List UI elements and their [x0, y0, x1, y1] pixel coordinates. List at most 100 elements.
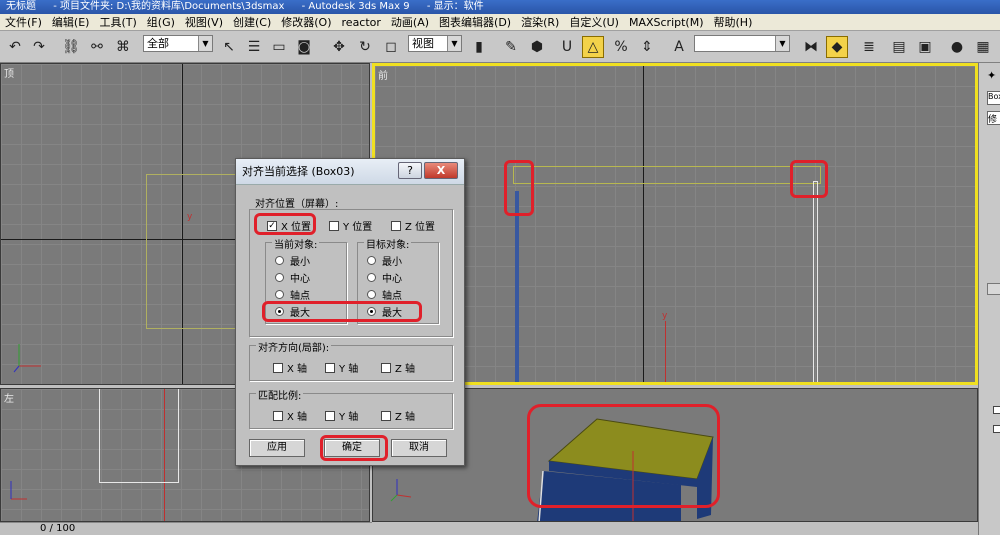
- match-scale-label: 匹配比例:: [256, 387, 304, 402]
- create-tab-icon[interactable]: ✦: [987, 69, 999, 82]
- highlight-x-position: [254, 213, 316, 235]
- select-object-icon[interactable]: ↖: [218, 36, 240, 58]
- command-panel: ✦ Box 修: [978, 63, 1000, 535]
- viewport-label[interactable]: 前: [378, 67, 388, 82]
- menu-maxscript[interactable]: MAXScript(M): [624, 14, 709, 30]
- selection-filter-dropdown[interactable]: 全部 ▼: [143, 35, 213, 52]
- undo-icon[interactable]: ↶: [4, 36, 26, 58]
- box-outline: [99, 389, 179, 483]
- select-manipulate-icon[interactable]: ✎: [500, 36, 522, 58]
- orient-x-checkbox[interactable]: X 轴: [273, 360, 307, 375]
- bind-spacewarp-icon[interactable]: ⌘: [112, 36, 134, 58]
- orient-z-checkbox[interactable]: Z 轴: [381, 360, 415, 375]
- scale-x-checkbox[interactable]: X 轴: [273, 408, 307, 423]
- time-slider[interactable]: 0 / 100: [0, 522, 372, 535]
- select-by-name-icon[interactable]: ☰: [243, 36, 265, 58]
- rectangle-select-icon[interactable]: ▭: [268, 36, 290, 58]
- align-orientation-label: 对齐方向(局部):: [256, 339, 332, 354]
- orient-y-checkbox[interactable]: Y 轴: [325, 360, 358, 375]
- target-object-label: 目标对象:: [364, 236, 412, 251]
- apply-button[interactable]: 应用: [249, 439, 305, 457]
- axis-y-line: [665, 321, 666, 382]
- menu-customize[interactable]: 自定义(U): [564, 14, 624, 30]
- menu-file[interactable]: 文件(F): [0, 14, 47, 30]
- box-outline: [146, 174, 236, 329]
- scale-y-checkbox[interactable]: Y 轴: [325, 408, 358, 423]
- cancel-button[interactable]: 取消: [391, 439, 447, 457]
- window-crossing-icon[interactable]: ◙: [293, 36, 315, 58]
- y-position-checkbox[interactable]: Y 位置: [329, 218, 372, 233]
- z-position-checkbox[interactable]: Z 位置: [391, 218, 435, 233]
- viewport-grid: [375, 66, 975, 382]
- keyboard-shortcut-icon[interactable]: ⬢: [526, 36, 548, 58]
- highlight-right-corner: [790, 160, 828, 198]
- highlight-max-options: [262, 301, 422, 322]
- angle-snap-icon[interactable]: △: [582, 36, 604, 58]
- link-icon[interactable]: ⛓: [60, 36, 82, 58]
- align-icon[interactable]: ◆: [826, 36, 848, 58]
- highlight-perspective-result: [527, 404, 720, 508]
- pivot-center-icon[interactable]: ▮: [468, 36, 490, 58]
- axis-y-label: y: [187, 212, 193, 222]
- curve-editor-icon[interactable]: ▤: [888, 36, 910, 58]
- menu-modifiers[interactable]: 修改器(O): [276, 14, 336, 30]
- axis-tripod-icon: [390, 479, 412, 502]
- chevron-down-icon: ▼: [775, 36, 789, 51]
- project-folder: - 项目文件夹: D:\我的资料库\Documents\3dsmax: [53, 1, 285, 12]
- current-min-radio[interactable]: 最小: [275, 253, 310, 268]
- schematic-view-icon[interactable]: ▣: [914, 36, 936, 58]
- axis-y-label: y: [662, 311, 668, 321]
- panel-checkbox[interactable]: [993, 425, 1000, 433]
- move-icon[interactable]: ✥: [328, 36, 350, 58]
- snap-toggle-icon[interactable]: U: [556, 36, 578, 58]
- menu-reactor[interactable]: reactor: [337, 14, 386, 30]
- unlink-icon[interactable]: ⚯: [86, 36, 108, 58]
- render-scene-icon[interactable]: ▦: [972, 36, 994, 58]
- menu-animation[interactable]: 动画(A): [386, 14, 434, 30]
- viewport-label[interactable]: 左: [4, 390, 14, 405]
- axis-tripod-icon: [13, 344, 41, 373]
- menu-help[interactable]: 帮助(H): [709, 14, 758, 30]
- menu-tools[interactable]: 工具(T): [94, 14, 141, 30]
- named-selection-dropdown[interactable]: ▼: [694, 35, 790, 52]
- menu-views[interactable]: 视图(V): [180, 14, 228, 30]
- target-pivot-radio[interactable]: 轴点: [367, 287, 402, 302]
- frame-counter: 0 / 100: [40, 523, 76, 534]
- target-min-radio[interactable]: 最小: [367, 253, 402, 268]
- menu-group[interactable]: 组(G): [142, 14, 180, 30]
- menu-create[interactable]: 创建(C): [228, 14, 276, 30]
- material-editor-icon[interactable]: ●: [946, 36, 968, 58]
- axis-tripod-icon: [10, 481, 27, 500]
- rotate-icon[interactable]: ↻: [354, 36, 376, 58]
- scale-z-checkbox[interactable]: Z 轴: [381, 408, 415, 423]
- scale-icon[interactable]: ◻: [380, 36, 402, 58]
- menu-edit[interactable]: 编辑(E): [47, 14, 95, 30]
- world-axis-vertical: [643, 66, 644, 382]
- help-button[interactable]: ?: [398, 162, 422, 179]
- current-center-radio[interactable]: 中心: [275, 270, 310, 285]
- edit-named-selection-icon[interactable]: A: [668, 36, 690, 58]
- align-position-label: 对齐位置（屏幕）:: [255, 199, 339, 210]
- panel-checkbox[interactable]: [993, 406, 1000, 414]
- menu-graph-editors[interactable]: 图表编辑器(D): [434, 14, 516, 30]
- close-button[interactable]: X: [424, 162, 458, 179]
- object-name-field[interactable]: Box: [987, 91, 1000, 105]
- align-orientation-group: 对齐方向(局部): X 轴 Y 轴 Z 轴: [249, 339, 453, 381]
- mirror-icon[interactable]: ⧓: [800, 36, 822, 58]
- current-pivot-radio[interactable]: 轴点: [275, 287, 310, 302]
- percent-snap-icon[interactable]: %: [610, 36, 632, 58]
- reference-coord-dropdown[interactable]: 视图 ▼: [408, 35, 462, 52]
- menu-rendering[interactable]: 渲染(R): [516, 14, 564, 30]
- display-mode: - 显示：软件: [426, 1, 484, 12]
- modifier-list-label[interactable]: 修: [987, 111, 1000, 125]
- chevron-down-icon: ▼: [447, 36, 461, 51]
- chevron-down-icon: ▼: [198, 36, 212, 51]
- rollout-button[interactable]: [987, 283, 1000, 295]
- spinner-snap-icon[interactable]: ⇕: [636, 36, 658, 58]
- box-top-outline: [513, 166, 821, 184]
- highlight-ok-button: [320, 435, 388, 461]
- viewport-label[interactable]: 顶: [4, 65, 14, 80]
- layer-manager-icon[interactable]: ≣: [858, 36, 880, 58]
- target-center-radio[interactable]: 中心: [367, 270, 402, 285]
- redo-icon[interactable]: ↷: [28, 36, 50, 58]
